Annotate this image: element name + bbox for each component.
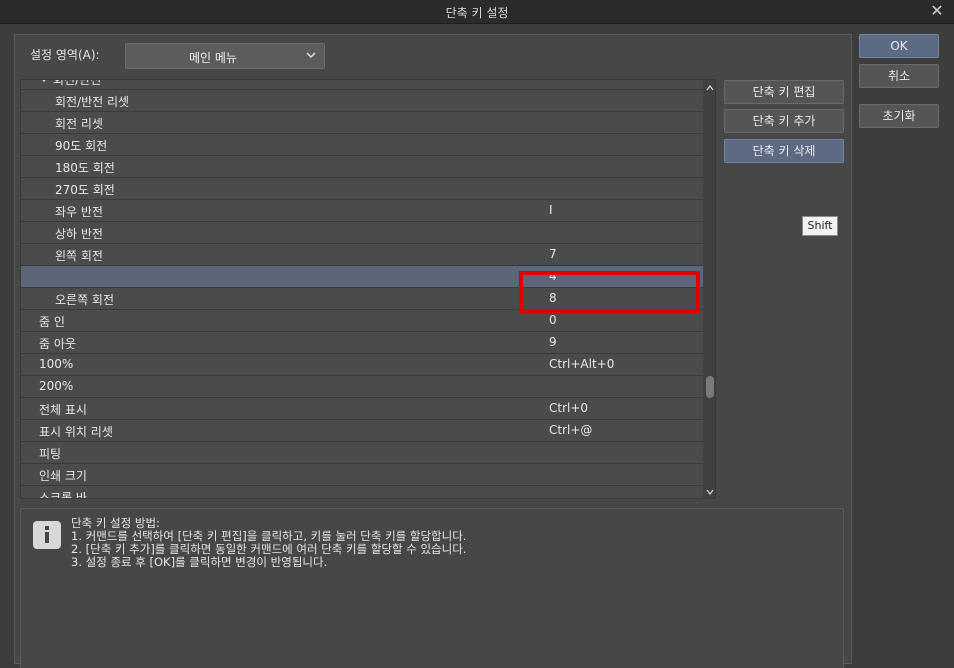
command-name: 전체 표시 <box>39 403 87 417</box>
shortcut-key: I <box>549 203 553 217</box>
list-item[interactable]: 200% <box>21 376 703 398</box>
key-tooltip: Shift <box>802 216 838 236</box>
command-name: 180도 회전 <box>55 161 115 175</box>
shortcut-key: Ctrl+0 <box>549 401 589 415</box>
list-item[interactable]: 전체 표시 Ctrl+0 <box>21 398 703 420</box>
shortcut-key: 9 <box>549 335 557 349</box>
list-item[interactable]: 90도 회전 <box>21 134 703 156</box>
list-item[interactable]: 270도 회전 <box>21 178 703 200</box>
edit-shortcut-button[interactable]: 단축 키 편집 <box>724 80 844 104</box>
scroll-down-icon[interactable] <box>705 486 715 498</box>
command-name: 줌 인 <box>39 315 65 329</box>
command-name: 270도 회전 <box>55 183 115 197</box>
list-item[interactable]: 회전 리셋 <box>21 112 703 134</box>
delete-shortcut-button[interactable]: 단축 키 삭제 <box>724 139 844 163</box>
window-title: 단축 키 설정 <box>445 6 509 20</box>
shortcut-key: 7 <box>549 247 557 261</box>
list-item[interactable]: 180도 회전 <box>21 156 703 178</box>
command-name: 인쇄 크기 <box>39 469 87 483</box>
command-name: 상하 반전 <box>55 227 103 241</box>
scroll-up-icon[interactable] <box>705 82 715 94</box>
command-name: 100% <box>39 357 74 371</box>
command-name: 스크롤 바 <box>39 491 87 499</box>
add-shortcut-button[interactable]: 단축 키 추가 <box>724 109 844 133</box>
command-name: 좌우 반전 <box>55 205 103 219</box>
command-name: 오른쪽 회전 <box>55 293 115 307</box>
shortcut-key: Ctrl+@ <box>549 423 593 437</box>
area-select[interactable]: 메인 메뉴 <box>125 43 325 69</box>
list-item[interactable]: 회전/반전 리셋 <box>21 90 703 112</box>
list-item[interactable]: 줌 인 0 <box>21 310 703 332</box>
list-scrollbar[interactable] <box>703 80 715 498</box>
list-item[interactable]: 100% Ctrl+Alt+0 <box>21 354 703 376</box>
command-name: 왼쪽 회전 <box>55 249 103 263</box>
list-item[interactable]: 왼쪽 회전 7 <box>21 244 703 266</box>
close-icon[interactable]: ✕ <box>928 2 946 20</box>
reset-button[interactable]: 초기화 <box>859 104 939 128</box>
list-item[interactable]: 회전/반전 <box>21 79 703 90</box>
list-item[interactable]: 줌 아웃 9 <box>21 332 703 354</box>
list-item[interactable]: 상하 반전 <box>21 222 703 244</box>
highlight-box <box>519 271 700 313</box>
list-item[interactable]: 피팅 <box>21 442 703 464</box>
command-name: 표시 위치 리셋 <box>39 425 113 439</box>
command-name: 회전/반전 <box>53 79 102 87</box>
help-line-3: 3. 설정 종료 후 [OK]를 클릭하면 변경이 반영됩니다. <box>71 555 328 569</box>
command-name: 회전 리셋 <box>55 117 103 131</box>
ok-button[interactable]: OK <box>859 34 939 58</box>
help-panel: 단축 키 설정 방법: 1. 커맨드를 선택하여 [단축 키 편집]을 클릭하고… <box>20 508 844 668</box>
list-item[interactable]: 인쇄 크기 <box>21 464 703 486</box>
list-item[interactable]: 표시 위치 리셋 Ctrl+@ <box>21 420 703 442</box>
area-select-value: 메인 메뉴 <box>189 51 237 65</box>
shortcut-dialog: 설정 영역(A): 메인 메뉴 회전/반전회전/반전 리셋회전 리셋 90도 회전… <box>0 24 954 668</box>
command-name: 회전/반전 리셋 <box>55 95 130 109</box>
command-name: 90도 회전 <box>55 139 108 153</box>
area-label: 설정 영역(A): <box>30 48 100 62</box>
command-name: 줌 아웃 <box>39 337 76 351</box>
chevron-down-icon <box>306 52 316 59</box>
expand-chevron-icon[interactable] <box>39 79 49 84</box>
info-icon <box>33 521 61 549</box>
shortcut-key: 0 <box>549 313 557 327</box>
command-name: 200% <box>39 379 74 393</box>
scroll-thumb[interactable] <box>706 376 714 398</box>
list-item[interactable]: 스크롤 바 <box>21 486 703 499</box>
command-name: 피팅 <box>39 447 62 461</box>
title-bar: 단축 키 설정 ✕ <box>0 0 954 24</box>
cancel-button[interactable]: 취소 <box>859 64 939 88</box>
list-item[interactable]: 좌우 반전 I <box>21 200 703 222</box>
shortcut-key: Ctrl+Alt+0 <box>549 357 615 371</box>
